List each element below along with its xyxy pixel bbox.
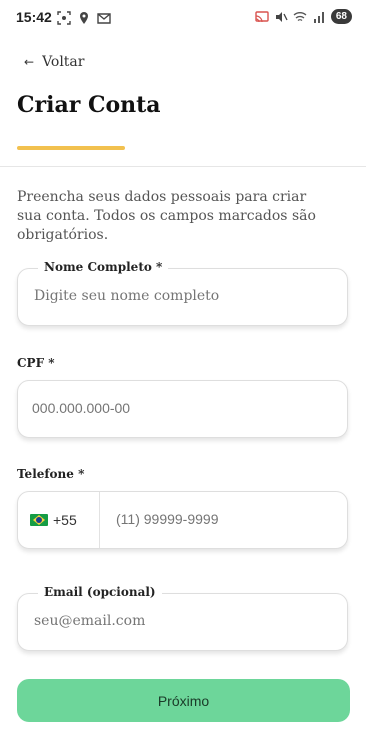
name-input[interactable] [32, 287, 336, 305]
cpf-field[interactable] [17, 380, 348, 438]
cpf-label: CPF * [17, 356, 55, 370]
email-field[interactable]: Email (opcional) [17, 585, 348, 651]
phone-field[interactable]: +55 [17, 491, 348, 549]
email-input[interactable] [32, 612, 336, 630]
back-label: Voltar [42, 54, 85, 70]
location-icon [80, 12, 88, 24]
header-divider [0, 166, 366, 167]
cpf-input[interactable] [30, 399, 334, 417]
cast-icon [255, 10, 269, 22]
mute-icon [275, 11, 288, 22]
next-button[interactable]: Próximo [17, 679, 350, 722]
signal-icon [313, 11, 324, 23]
gmail-icon [97, 13, 111, 24]
intro-text: Preencha seus dados pessoais para criar … [17, 189, 316, 243]
country-code-selector[interactable]: +55 [18, 492, 100, 548]
wifi-icon [293, 11, 307, 21]
status-left-icons [57, 11, 111, 25]
back-button[interactable]: ← Voltar [24, 54, 84, 70]
brazil-flag-icon [30, 514, 48, 526]
email-label: Email (opcional) [38, 585, 162, 599]
battery-indicator: 68 [330, 9, 352, 24]
phone-label: Telefone * [17, 467, 85, 481]
name-label: Nome Completo * [38, 260, 169, 274]
name-field[interactable]: Nome Completo * [17, 260, 348, 326]
status-right-icons: 68 [255, 9, 352, 24]
page-title: Criar Conta [17, 92, 161, 118]
phone-input[interactable] [114, 510, 338, 528]
status-time: 15:42 [16, 9, 52, 25]
country-code: +55 [53, 512, 77, 528]
title-accent-bar [17, 146, 125, 150]
screenshot-icon [57, 11, 71, 25]
status-bar: 15:42 68 [0, 0, 366, 34]
back-arrow-icon: ← [24, 55, 35, 69]
